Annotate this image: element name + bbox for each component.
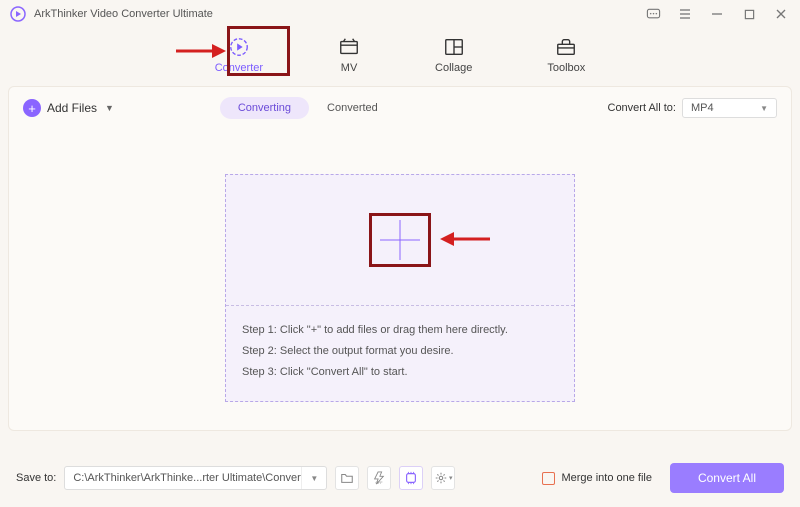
- main-tabs: Converter MV Collage Toolbox: [0, 28, 800, 86]
- main-panel: + Add Files ▼ Converting Converted Conve…: [8, 86, 792, 431]
- minimize-icon[interactable]: [708, 5, 726, 23]
- footer: Save to: C:\ArkThinker\ArkThinke...rter …: [0, 451, 800, 507]
- toolbox-icon: [555, 36, 577, 58]
- status-segmented: Converting Converted: [220, 97, 396, 119]
- app-title: ArkThinker Video Converter Ultimate: [34, 8, 644, 20]
- dropzone[interactable]: Step 1: Click "+" to add files or drag t…: [225, 174, 575, 402]
- step-2: Step 2: Select the output format you des…: [242, 341, 558, 362]
- toolbar: + Add Files ▼ Converting Converted Conve…: [23, 97, 777, 119]
- title-bar: ArkThinker Video Converter Ultimate: [0, 0, 800, 28]
- tab-label: Converter: [215, 62, 263, 74]
- tab-converter[interactable]: Converter: [205, 32, 273, 78]
- tab-label: Toolbox: [547, 62, 585, 74]
- close-icon[interactable]: [772, 5, 790, 23]
- menu-icon[interactable]: [676, 5, 694, 23]
- high-speed-toggle[interactable]: OFF: [367, 466, 391, 490]
- app-logo-icon: [10, 6, 26, 22]
- format-value: MP4: [691, 102, 714, 114]
- svg-text:OFF: OFF: [376, 481, 383, 485]
- tutorial-highlight-plus: [369, 213, 431, 267]
- open-folder-button[interactable]: [335, 466, 359, 490]
- save-path-value: C:\ArkThinker\ArkThinke...rter Ultimate\…: [65, 472, 301, 484]
- settings-button[interactable]: ▾: [431, 466, 455, 490]
- save-path-dropdown[interactable]: ▼: [301, 467, 326, 489]
- segment-converted[interactable]: Converted: [309, 97, 396, 119]
- collage-icon: [443, 36, 465, 58]
- plus-icon: +: [23, 99, 41, 117]
- output-format-select[interactable]: MP4 ▼: [682, 98, 777, 118]
- tab-mv[interactable]: MV: [328, 32, 370, 78]
- chevron-down-icon: ▼: [105, 103, 114, 113]
- save-path-box: C:\ArkThinker\ArkThinke...rter Ultimate\…: [64, 466, 327, 490]
- add-files-label: Add Files: [47, 101, 97, 115]
- tab-label: MV: [341, 62, 358, 74]
- mv-icon: [338, 36, 360, 58]
- gpu-accel-button[interactable]: [399, 466, 423, 490]
- convert-all-button[interactable]: Convert All: [670, 463, 784, 493]
- merge-checkbox[interactable]: Merge into one file: [542, 472, 652, 485]
- maximize-icon[interactable]: [740, 5, 758, 23]
- convert-all-to: Convert All to: MP4 ▼: [608, 98, 777, 118]
- chevron-down-icon: ▼: [760, 104, 768, 113]
- merge-label: Merge into one file: [561, 472, 652, 484]
- save-to-label: Save to:: [16, 472, 56, 484]
- tab-toolbox[interactable]: Toolbox: [537, 32, 595, 78]
- segment-converting[interactable]: Converting: [220, 97, 309, 119]
- feedback-icon[interactable]: [644, 5, 662, 23]
- checkbox-icon: [542, 472, 555, 485]
- convert-all-to-label: Convert All to:: [608, 102, 676, 114]
- steps-text: Step 1: Click "+" to add files or drag t…: [226, 306, 574, 401]
- tab-label: Collage: [435, 62, 472, 74]
- add-files-button[interactable]: + Add Files ▼: [23, 99, 114, 117]
- dropzone-top[interactable]: [226, 175, 574, 305]
- tab-collage[interactable]: Collage: [425, 32, 482, 78]
- step-1: Step 1: Click "+" to add files or drag t…: [242, 320, 558, 341]
- step-3: Step 3: Click "Convert All" to start.: [242, 362, 558, 383]
- converter-icon: [228, 36, 250, 58]
